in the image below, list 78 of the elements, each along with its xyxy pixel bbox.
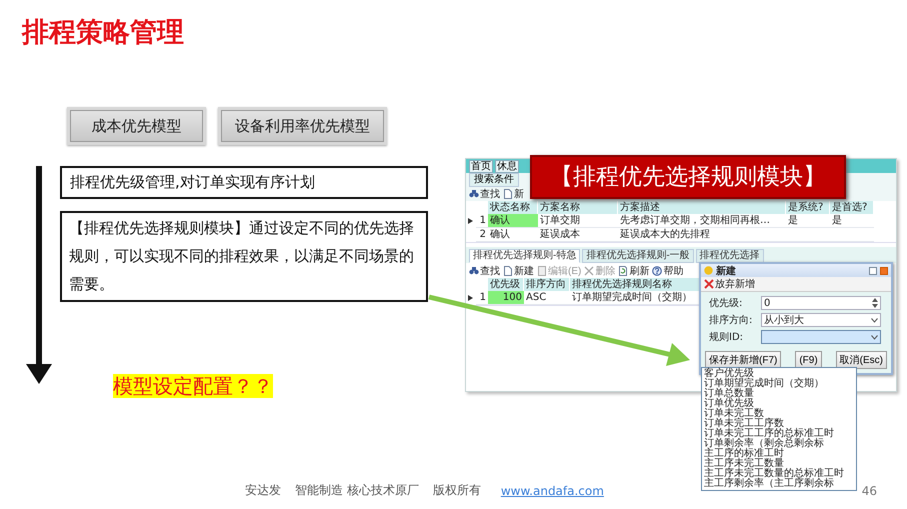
column-header: 是首选? [830, 201, 874, 214]
table-cell: 确认 [488, 214, 538, 228]
table-cell: 100 [488, 291, 524, 305]
column-header: 优先级 [488, 278, 524, 291]
field-label: 规则ID: [709, 331, 744, 344]
dropdown-option[interactable]: 订单期望完成时间（交期） [704, 379, 854, 389]
field-label: 优先级: [709, 296, 744, 310]
table-cell: 是 [786, 214, 830, 228]
row-pointer-icon [468, 218, 473, 224]
chevron-down-icon [871, 318, 878, 322]
row-pointer-icon [468, 294, 473, 300]
table-cell: 延误成本 [538, 228, 618, 242]
table-cell: 先考虑订单交期，交期相同再根… [618, 214, 786, 228]
search-tab[interactable]: 搜索条件 [469, 173, 519, 187]
dropdown-option[interactable]: 订单优先级 [704, 399, 854, 409]
toolbar-button[interactable]: 查找 [469, 264, 500, 278]
nav-tab[interactable]: 休息 [495, 160, 519, 173]
table-cell: 确认 [488, 228, 538, 242]
dropdown-option[interactable]: 订单剩余率（剩余总剩余标 [704, 439, 854, 449]
dropdown-option[interactable]: 订单未完工数 [704, 409, 854, 419]
toolbar-button[interactable]: 刷新 [618, 264, 650, 278]
toolbar-button[interactable]: 帮助 [652, 264, 684, 278]
model-button[interactable]: 设备利用率优先模型 [218, 107, 387, 145]
rule-tab[interactable]: 排程优先选择规则-特急 [469, 249, 580, 263]
slide-title: 排程策略管理 [22, 16, 185, 50]
row-number: 2 [476, 228, 488, 242]
table-cell: 延误成本大的先排程 [618, 228, 786, 242]
dropdown-option[interactable]: 订单未完工工序的总标准工时 [704, 429, 854, 439]
column-header: 方案描述 [618, 201, 786, 214]
column-header: 排序方向 [524, 278, 570, 291]
dropdown-option[interactable]: 主工序未完工数量的总标准工时 [704, 469, 854, 479]
dialog-button[interactable]: 取消(Esc) [836, 351, 887, 369]
copyright-text: 版权所有 [432, 482, 481, 499]
column-header: 状态名称 [488, 201, 538, 214]
cross-icon [704, 279, 714, 289]
model-button[interactable]: 成本优先模型 [67, 107, 206, 145]
page-number: 46 [862, 484, 877, 498]
slogan-text: 智能制造 核心技术原厂 [295, 482, 419, 499]
dropdown-option[interactable]: 主工序未完工数量 [704, 459, 854, 469]
chevron-down-icon [871, 334, 878, 340]
table-cell: ASC [524, 291, 570, 305]
maximize-button[interactable] [869, 266, 877, 274]
column-header: 排程优先选择规则名称 [570, 278, 700, 291]
dropdown-option[interactable]: 客户优先级 [704, 369, 854, 379]
spinner-icon [872, 298, 878, 308]
toolbar-button[interactable]: 新 [503, 187, 524, 201]
dropdown-field[interactable]: 从小到大 [761, 313, 881, 327]
cross-icon [584, 266, 594, 276]
toolbar-button[interactable]: 查找 [469, 187, 500, 201]
rule-tab[interactable]: 排程优先选择 [696, 249, 764, 263]
toolbar-button[interactable]: 新建 [503, 264, 534, 278]
dropdown-option[interactable]: 主工序的标准工时 [704, 449, 854, 459]
dialog-title: 新建 [716, 264, 737, 278]
company-name: 安达发 [245, 482, 281, 499]
rule-tab[interactable]: 排程优先选择规则-一般 [582, 249, 694, 263]
page-icon [537, 266, 547, 276]
table-cell: 订单交期 [538, 214, 618, 228]
nav-tab[interactable]: 首页 [469, 160, 493, 173]
dropdown-option[interactable]: 主工序剩余率（主工序剩余标 [704, 479, 854, 489]
dropdown-option[interactable]: 订单未完工工序数 [704, 419, 854, 429]
close-button[interactable] [880, 266, 888, 274]
help-icon [652, 266, 662, 276]
dropdown-option[interactable]: 订单总数量 [704, 389, 854, 399]
note-text: 【排程优先选择规则模块】通过设定不同的优先选择规则，可以实现不同的排程效果，以满足不同场景的需要。 [60, 211, 428, 302]
website-link[interactable]: www.andafa.com [500, 484, 604, 498]
dialog-button[interactable]: 保存并新增(F7) [705, 351, 782, 369]
column-header: 是系统? [786, 201, 830, 214]
callout-banner: 【排程优先选择规则模块】 [530, 155, 846, 199]
binoculars-icon [469, 189, 479, 199]
note-text: 排程优先级管理,对订单实现有序计划 [60, 166, 428, 199]
page-icon [503, 189, 513, 199]
table-cell: 是 [830, 214, 874, 228]
number-field[interactable]: 0 [761, 296, 881, 310]
question-text: 模型设定配置？？ [113, 374, 273, 398]
column-header: 方案名称 [538, 201, 618, 214]
field-label: 排序方向: [709, 314, 754, 327]
dropdown-field[interactable] [761, 330, 881, 344]
binoculars-icon [469, 266, 479, 276]
